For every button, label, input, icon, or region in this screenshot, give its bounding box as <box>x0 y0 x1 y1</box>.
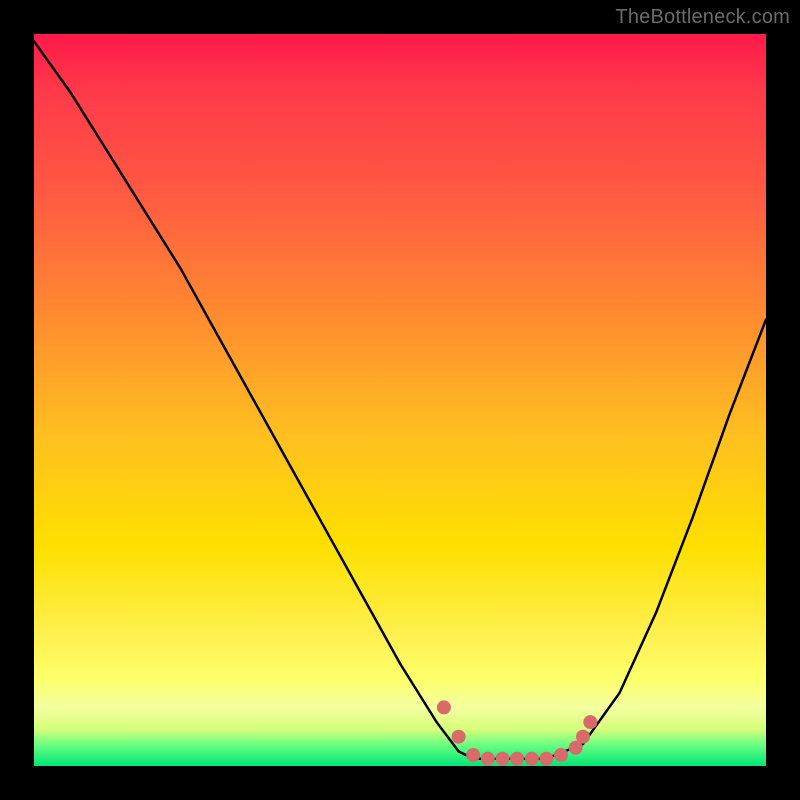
chart-frame: TheBottleneck.com <box>0 0 800 800</box>
chart-svg <box>34 34 766 766</box>
marker-point <box>437 700 451 714</box>
marker-point <box>576 730 590 744</box>
marker-point <box>554 748 568 762</box>
curve-markers <box>437 700 597 765</box>
marker-point <box>481 752 495 766</box>
marker-point <box>452 730 466 744</box>
watermark-text: TheBottleneck.com <box>615 6 790 29</box>
marker-point <box>583 715 597 729</box>
bottleneck-curve <box>34 41 766 758</box>
plot-area <box>34 34 766 766</box>
marker-point <box>510 752 524 766</box>
marker-point <box>466 748 480 762</box>
marker-point <box>496 752 510 766</box>
marker-point <box>539 752 553 766</box>
marker-point <box>525 752 539 766</box>
